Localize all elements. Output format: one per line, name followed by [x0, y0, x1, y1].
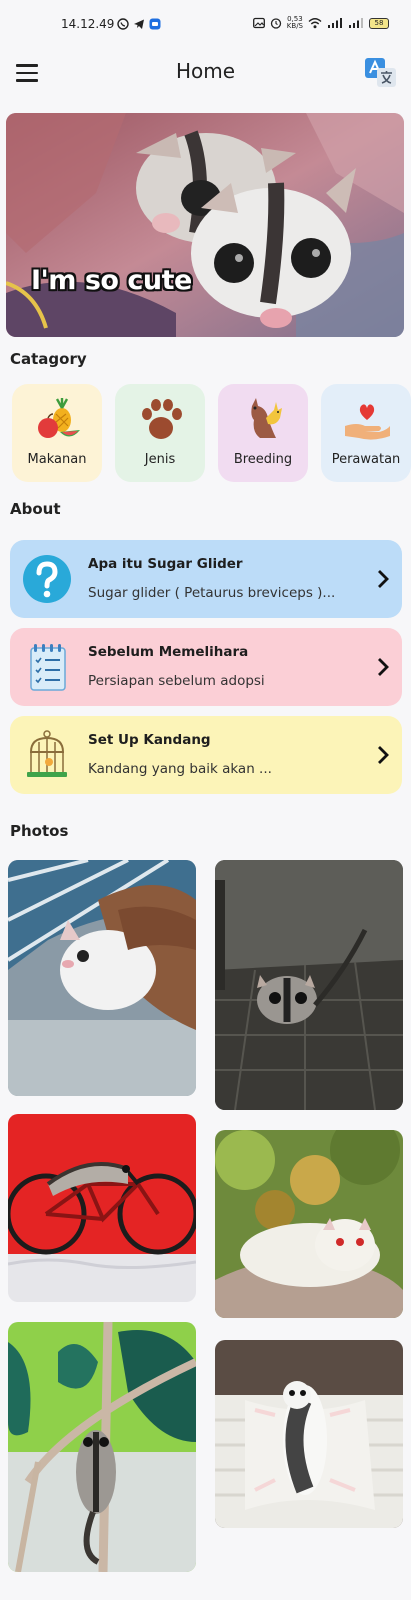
page-title: Home	[175, 59, 236, 83]
translate-icon[interactable]	[364, 56, 398, 90]
hero-image	[6, 113, 404, 337]
system-status-icons: 0,53 KB/S 58	[252, 16, 389, 30]
about-item-title: Apa itu Sugar Glider	[88, 556, 243, 572]
app-notification-icon	[149, 18, 161, 30]
photo-image	[215, 860, 403, 1110]
photo-image	[215, 1340, 403, 1528]
photo-6[interactable]	[215, 1340, 403, 1528]
category-item-jenis[interactable]: Jenis	[115, 384, 205, 482]
photo-3[interactable]	[8, 1114, 196, 1302]
category-item-breeding[interactable]: Breeding	[218, 384, 308, 482]
signal-icon-2	[349, 18, 363, 28]
chevron-right-icon	[378, 658, 389, 676]
photo-image	[215, 1130, 403, 1318]
about-item-title: Sebelum Memelihara	[88, 644, 249, 660]
paw-icon	[142, 399, 182, 439]
chevron-right-icon	[378, 570, 389, 588]
photos-title: Photos	[10, 822, 69, 840]
category-label: Makanan	[27, 452, 87, 467]
about-item-sugar-glider[interactable]: Apa itu Sugar Glider Sugar glider ( Peta…	[10, 540, 402, 618]
photo-image	[8, 1322, 196, 1572]
checklist-icon	[30, 644, 66, 691]
battery-indicator: 58	[369, 17, 389, 29]
photo-image	[8, 860, 196, 1096]
category-label: Perawatan	[331, 452, 401, 467]
category-item-makanan[interactable]: Makanan	[12, 384, 102, 482]
photo-5[interactable]	[8, 1322, 196, 1572]
photo-image	[8, 1114, 196, 1302]
about-title: About	[10, 500, 61, 518]
status-time: 14.12.49	[61, 17, 115, 31]
about-item-sebelum-memelihara[interactable]: Sebelum Memelihara Persiapan sebelum ado…	[10, 628, 402, 706]
about-item-subtitle: Kandang yang baik akan ...	[88, 761, 272, 777]
fruit-icon	[38, 398, 80, 438]
category-title: Catagory	[10, 350, 87, 368]
notification-icons	[117, 18, 161, 30]
category-label: Breeding	[233, 452, 293, 467]
network-speed: 0,53 KB/S	[287, 16, 303, 30]
kangaroo-icon	[251, 398, 282, 438]
gallery-icon	[252, 17, 265, 29]
signal-icon	[328, 18, 342, 28]
status-bar: 14.12.49 0,53 KB/S 58	[0, 0, 411, 50]
question-icon	[23, 555, 71, 603]
about-item-title: Set Up Kandang	[88, 732, 211, 748]
telegram-icon	[134, 19, 144, 29]
photo-2[interactable]	[215, 860, 403, 1110]
hero-banner[interactable]: I'm so cute	[6, 113, 404, 337]
speed-unit: KB/S	[286, 22, 303, 30]
app-bar: Home	[0, 50, 411, 110]
about-item-set-up-kandang[interactable]: Set Up Kandang Kandang yang baik akan ..…	[10, 716, 402, 794]
photo-1[interactable]	[8, 860, 196, 1096]
alarm-icon	[270, 18, 281, 29]
category-item-perawatan[interactable]: Perawatan	[321, 384, 411, 482]
chevron-right-icon	[378, 746, 389, 764]
category-list[interactable]: Makanan Jenis Breeding Perawatan	[12, 384, 411, 484]
heart-hand-icon	[345, 404, 390, 440]
about-item-subtitle: Persiapan sebelum adopsi	[88, 673, 265, 689]
hero-caption: I'm so cute	[31, 265, 192, 296]
category-label: Jenis	[144, 452, 176, 467]
about-item-subtitle: Sugar glider ( Petaurus breviceps )...	[88, 585, 336, 601]
birdcage-icon	[27, 730, 67, 777]
photo-4[interactable]	[215, 1130, 403, 1318]
wifi-icon	[308, 18, 322, 29]
whatsapp-icon	[117, 18, 129, 30]
